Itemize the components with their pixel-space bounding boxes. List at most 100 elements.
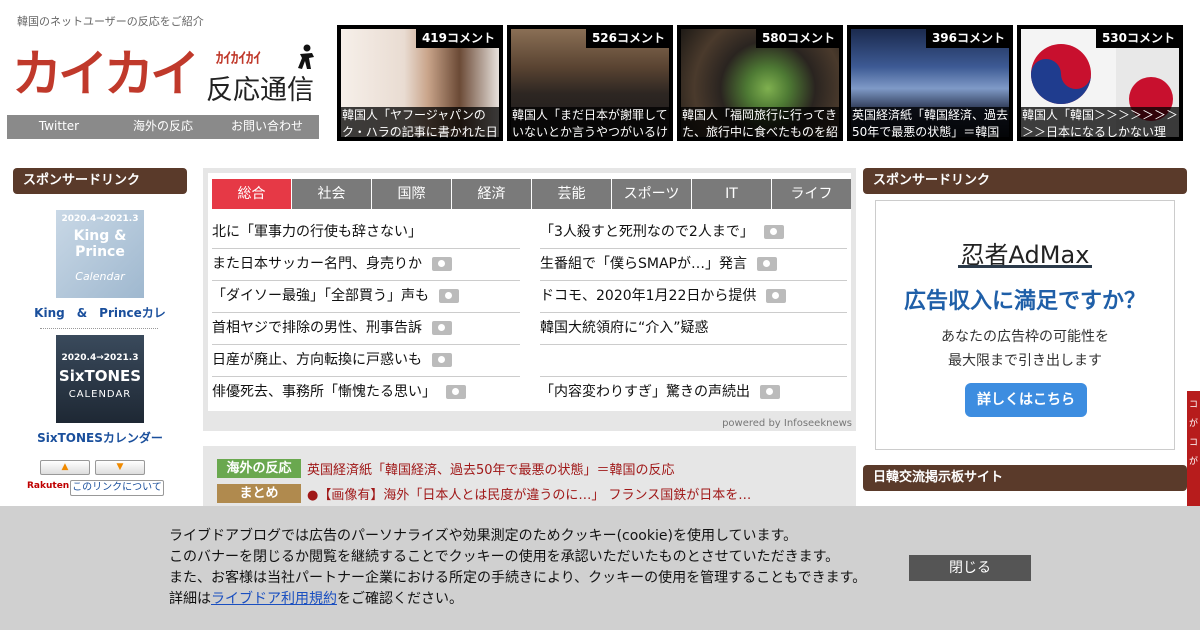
exchange-board-heading: 日韓交流掲示板サイト: [863, 465, 1187, 491]
thumb-caption: 韓国人「福岡旅行に行ってきた、旅行中に食べたものを紹: [681, 107, 839, 141]
divider: [40, 328, 158, 329]
cookie-line-suffix: をご確認ください。: [337, 591, 463, 607]
news-item[interactable]: 「内容変わりすぎ」驚きの声続出: [540, 377, 847, 408]
nav-contact[interactable]: お問い合わせ: [215, 115, 319, 139]
sponsored-product[interactable]: 2020.4→2021.3 King & Prince Calendar Kin…: [13, 210, 187, 321]
cookie-line: ライブドアブログでは広告のパーソナライズや効果測定のためクッキー(cookie)…: [169, 528, 798, 544]
camera-icon: [432, 321, 452, 335]
product-art-text: King & Prince: [73, 228, 127, 260]
related-link[interactable]: ●【画像有】海外「日本人とは民度が違うのに…」 フランス国鉄が日本を…: [307, 484, 751, 503]
cookie-close-button[interactable]: 閉じる: [909, 555, 1031, 581]
news-item-text: 首相ヤジで排除の男性、刑事告訴: [212, 320, 422, 336]
news-item[interactable]: 生番組で「僕らSMAPが…」発言: [540, 249, 847, 281]
featured-thumb[interactable]: 580コメント 韓国人「福岡旅行に行ってきた、旅行中に食べたものを紹: [677, 25, 843, 141]
news-item[interactable]: ドコモ、2020年1月22日から提供: [540, 281, 847, 313]
top-nav: Twitter 海外の反応 お問い合わせ: [7, 115, 319, 139]
sponsored-heading-right: スポンサードリンク: [863, 168, 1187, 194]
cookie-banner: ライブドアブログでは広告のパーソナライズや効果測定のためクッキー(cookie)…: [0, 506, 1200, 630]
product-art-text: Calendar: [75, 270, 125, 283]
site-tagline: 韓国のネットユーザーの反応をご紹介: [17, 15, 204, 28]
camera-icon: [432, 257, 452, 271]
edge-tab-char: コ: [1188, 438, 1198, 448]
featured-thumb[interactable]: 530コメント 韓国人「韓国＞＞＞＞＞＞＞＞＞日本になるしかない理: [1017, 25, 1183, 141]
featured-thumb[interactable]: 396コメント 英国経済紙「韓国経済、過去50年で最悪の状態」＝韓国: [847, 25, 1013, 141]
camera-icon: [763, 225, 784, 239]
news-item-text: 生番組で「僕らSMAPが…」発言: [540, 256, 747, 272]
tab-general[interactable]: 総合: [212, 179, 291, 209]
scroll-up-button[interactable]: ▲: [40, 460, 90, 475]
related-link[interactable]: 英国経済紙「韓国経済、過去50年で最悪の状態」＝韓国の反応: [307, 459, 675, 478]
site-logo[interactable]: カイカイ ｶｲｶｲｶｲ 反応通信: [12, 44, 318, 106]
ad-headline: 広告収入に満足ですか？: [903, 289, 1146, 314]
tab-economy[interactable]: 経済: [452, 179, 531, 209]
tab-sports[interactable]: スポーツ: [612, 179, 691, 209]
logo-main-text: カイカイ: [12, 45, 200, 103]
rakuten-logo[interactable]: Rakuten: [27, 481, 69, 491]
ad-brand-underline: [958, 265, 1092, 268]
product-art-text: SixTONES: [58, 367, 142, 385]
news-panel: 総合 社会 国際 経済 芸能 スポーツ IT ライフ 北に「軍事力の行使も辞さな…: [208, 173, 851, 411]
news-item[interactable]: 「3人殺すと死刑なので2人まで」: [540, 217, 847, 249]
news-item-text: 北に「軍事力の行使も辞さない」: [212, 224, 422, 240]
news-item-text: 「内容変わりすぎ」驚きの声続出: [540, 384, 750, 400]
tab-entertainment[interactable]: 芸能: [532, 179, 611, 209]
sponsored-heading-left: スポンサードリンク: [13, 168, 187, 194]
nav-overseas-reaction[interactable]: 海外の反応: [111, 115, 215, 139]
edge-tab-char: コ: [1188, 400, 1198, 410]
sponsored-product[interactable]: 2020.4→2021.3 SixTONES CALENDAR SixTONES…: [13, 335, 187, 446]
comment-count: 419コメント: [415, 27, 501, 48]
featured-thumb[interactable]: 526コメント 韓国人「まだ日本が謝罪していないとか言うやつがいるけ: [507, 25, 673, 141]
tab-it[interactable]: IT: [692, 179, 771, 209]
ad-body: あなたの広告枠の可能性を 最大限まで引き出します: [876, 325, 1174, 373]
thumb-caption: 英国経済紙「韓国経済、過去50年で最悪の状態」＝韓国: [851, 107, 1009, 141]
side-edge-tab[interactable]: コ が コ が: [1187, 391, 1200, 506]
edge-tab-char: が: [1188, 457, 1198, 467]
terms-link[interactable]: ライブドア利用規約: [211, 591, 337, 607]
news-item[interactable]: 俳優死去、事務所「慚愧たる思い」: [212, 377, 520, 408]
tab-international[interactable]: 国際: [372, 179, 451, 209]
product-art-text: 2020.4→2021.3: [61, 214, 139, 224]
camera-icon: [766, 289, 787, 303]
about-link[interactable]: このリンクについて: [70, 480, 164, 496]
product-label[interactable]: King & Princeカレ: [13, 304, 187, 321]
tag-summary: まとめ: [217, 484, 301, 503]
cookie-line: 詳細はライブドア利用規約をご確認ください。: [169, 589, 866, 610]
ad-body-line: 最大限まで引き出します: [948, 353, 1102, 369]
product-label[interactable]: SixTONESカレンダー: [13, 429, 187, 446]
camera-icon: [432, 353, 452, 367]
news-item[interactable]: 首相ヤジで排除の男性、刑事告訴: [212, 313, 520, 345]
news-item-empty: [540, 345, 847, 377]
product-art-text: CALENDAR: [68, 389, 132, 400]
camera-icon: [760, 385, 780, 399]
edge-tab-char: が: [1188, 419, 1198, 429]
news-item-text: 「3人殺すと死刑なので2人まで」: [540, 224, 754, 240]
camera-icon: [757, 257, 777, 271]
news-item[interactable]: 韓国大統領府に“介入”疑惑: [540, 313, 847, 345]
nav-twitter[interactable]: Twitter: [7, 115, 111, 139]
ad-banner[interactable]: 忍者AdMax 広告収入に満足ですか？ あなたの広告枠の可能性を 最大限まで引き…: [875, 200, 1175, 450]
camera-icon: [439, 289, 459, 303]
thumb-caption: 韓国人「まだ日本が謝罪していないとか言うやつがいるけ: [511, 107, 669, 141]
news-item[interactable]: 「ダイソー最強」「全部買う」声も: [212, 281, 520, 313]
logo-sub-title: 反応通信: [206, 75, 314, 106]
powered-by[interactable]: powered by Infoseeknews: [722, 418, 852, 429]
logo-sub-kana: ｶｲｶｲｶｲ: [216, 49, 262, 67]
news-item[interactable]: 北に「軍事力の行使も辞さない」: [212, 217, 520, 249]
product-art-text: 2020.4→2021.3: [61, 353, 139, 363]
ad-cta-button[interactable]: 詳しくはこちら: [965, 383, 1087, 417]
news-item-text: 日産が廃止、方向転換に戸惑いも: [212, 352, 422, 368]
cookie-text: ライブドアブログでは広告のパーソナライズや効果測定のためクッキー(cookie)…: [169, 526, 866, 610]
tab-life[interactable]: ライフ: [772, 179, 851, 209]
news-item-text: また日本サッカー名門、身売りか: [212, 256, 422, 272]
news-item-text: 韓国大統領府に“介入”疑惑: [540, 320, 709, 336]
scroll-down-button[interactable]: ▼: [95, 460, 145, 475]
product-image: 2020.4→2021.3 SixTONES CALENDAR: [56, 335, 144, 423]
news-item[interactable]: 日産が廃止、方向転換に戸惑いも: [212, 345, 520, 377]
news-item-text: 俳優死去、事務所「慚愧たる思い」: [212, 384, 436, 400]
cookie-line: このバナーを閉じるか閲覧を継続することでクッキーの使用を承認いただいたものとさせ…: [169, 549, 840, 565]
tab-society[interactable]: 社会: [292, 179, 371, 209]
news-tabs: 総合 社会 国際 経済 芸能 スポーツ IT ライフ: [212, 179, 852, 209]
comment-count: 530コメント: [1095, 27, 1181, 48]
news-item[interactable]: また日本サッカー名門、身売りか: [212, 249, 520, 281]
featured-thumb[interactable]: 419コメント 韓国人「ヤフージャパンのク・ハラの記事に書かれた日: [337, 25, 503, 141]
